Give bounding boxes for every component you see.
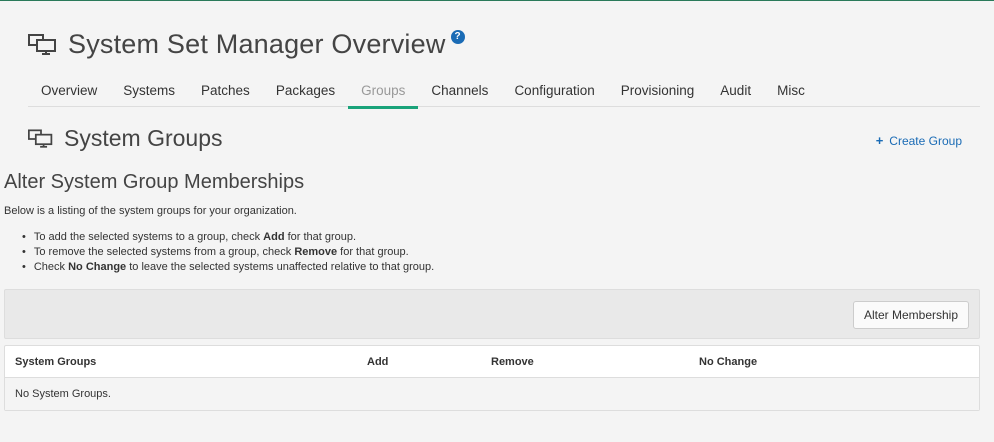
section-header: System Groups + Create Group xyxy=(28,125,980,152)
tab-configuration[interactable]: Configuration xyxy=(501,83,607,107)
instructions-list: To add the selected systems to a group, … xyxy=(22,231,434,276)
subheading: Alter System Group Memberships xyxy=(4,171,305,193)
list-item: To add the selected systems to a group, … xyxy=(22,231,434,244)
page-title: System Set Manager Overview xyxy=(68,29,446,59)
alter-membership-button[interactable]: Alter Membership xyxy=(852,301,969,329)
tab-groups[interactable]: Groups xyxy=(348,83,419,109)
page-header: System Set Manager Overview ? xyxy=(28,29,465,60)
tab-bar: Overview Systems Patches Packages Groups… xyxy=(28,83,980,109)
list-item: Check No Change to leave the selected sy… xyxy=(22,261,434,274)
plus-icon: + xyxy=(875,133,884,148)
groups-table: System Groups Add Remove No Change No Sy… xyxy=(4,345,980,411)
table-row: No System Groups. xyxy=(5,378,979,410)
tab-overview[interactable]: Overview xyxy=(28,83,110,107)
tab-audit[interactable]: Audit xyxy=(707,83,764,107)
empty-message: No System Groups. xyxy=(15,388,111,400)
description: Below is a listing of the system groups … xyxy=(4,205,297,217)
column-header-no-change: No Change xyxy=(699,356,758,368)
systems-icon xyxy=(28,128,53,148)
tab-patches[interactable]: Patches xyxy=(188,83,263,107)
tab-packages[interactable]: Packages xyxy=(263,83,348,107)
tab-misc[interactable]: Misc xyxy=(764,83,818,107)
column-header-system-groups[interactable]: System Groups xyxy=(15,356,96,368)
list-item: To remove the selected systems from a gr… xyxy=(22,246,434,259)
systems-icon xyxy=(28,33,56,55)
column-header-remove: Remove xyxy=(491,356,534,368)
tab-channels[interactable]: Channels xyxy=(418,83,501,107)
column-header-add: Add xyxy=(367,356,389,368)
create-group-label: Create Group xyxy=(889,134,962,148)
help-icon[interactable]: ? xyxy=(450,29,465,44)
create-group-link[interactable]: + Create Group xyxy=(876,133,962,148)
table-header: System Groups Add Remove No Change xyxy=(5,346,979,378)
action-bar: Alter Membership xyxy=(4,289,980,339)
tab-systems[interactable]: Systems xyxy=(110,83,188,107)
tab-provisioning[interactable]: Provisioning xyxy=(608,83,708,107)
section-title: System Groups xyxy=(64,125,223,151)
